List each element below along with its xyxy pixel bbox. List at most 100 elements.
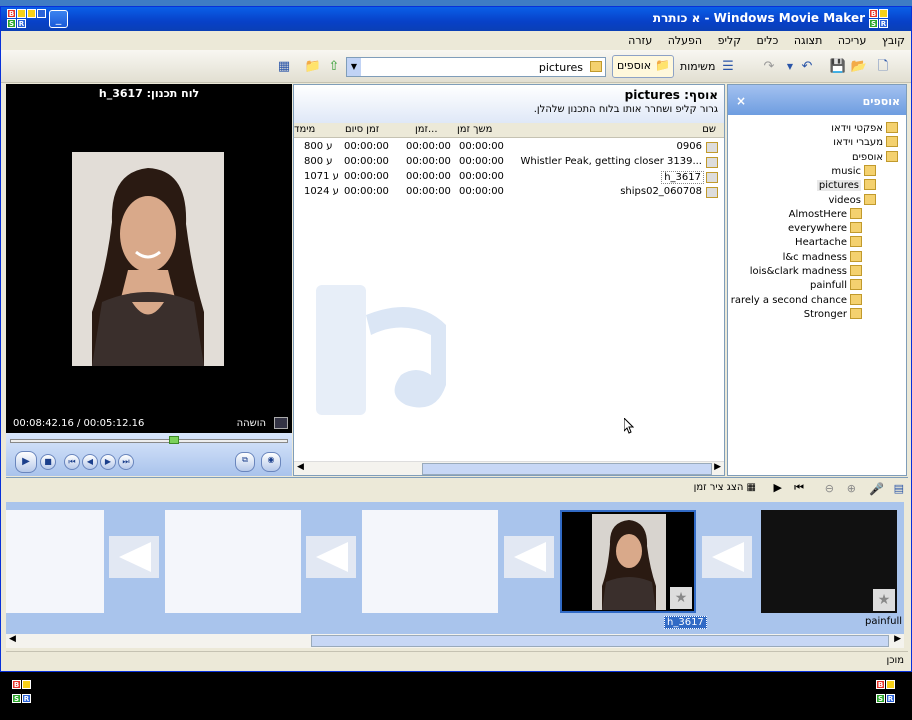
folder-icon bbox=[864, 193, 876, 205]
effect-star-icon[interactable]: ★ bbox=[670, 587, 692, 609]
collection-content-pane: אוסף: pictures גרור קליפ ושחרר אותו בלוח… bbox=[293, 84, 725, 476]
folder-icon bbox=[850, 293, 862, 305]
menu-play[interactable]: הפעלה bbox=[662, 31, 708, 47]
collection-path-select[interactable]: ▼ pictures bbox=[346, 57, 606, 77]
app-logo-icon[interactable]: B SR bbox=[7, 9, 29, 29]
transition-slot[interactable] bbox=[702, 536, 752, 578]
new-project-icon[interactable]: 🗋 bbox=[873, 57, 893, 77]
tree-item[interactable]: מעברי וידאו bbox=[833, 136, 898, 150]
collections-label: אוספים bbox=[617, 59, 652, 72]
title-bar: B SR _ Windows Movie Maker - א כותרת B S… bbox=[1, 7, 911, 31]
forward-icon[interactable]: ▶ bbox=[100, 454, 116, 470]
transition-slot[interactable] bbox=[306, 536, 356, 578]
menu-clip[interactable]: קליפ bbox=[712, 31, 747, 47]
snapshot-icon[interactable]: ◉ bbox=[261, 452, 281, 472]
menu-tools[interactable]: כלים bbox=[751, 31, 785, 47]
tree-item[interactable]: painfull bbox=[810, 279, 862, 293]
tree-item[interactable]: AlmostHere bbox=[789, 207, 862, 222]
image-icon bbox=[706, 157, 718, 168]
storyboard-empty-slot[interactable] bbox=[165, 510, 301, 613]
tree-item[interactable]: אפקטי וידאו bbox=[831, 122, 898, 136]
table-row[interactable]: Whistler Peak, getting closer 3139... 00… bbox=[294, 155, 724, 170]
fullscreen-icon[interactable] bbox=[274, 417, 288, 429]
tree-item[interactable]: Stronger bbox=[804, 307, 862, 322]
next-frame-icon[interactable]: ⏭ bbox=[118, 454, 134, 470]
narrate-icon[interactable]: 🎤 bbox=[869, 482, 884, 496]
scroll-left-icon[interactable]: ◀ bbox=[9, 634, 16, 644]
seek-track[interactable] bbox=[10, 439, 288, 443]
folder-icon bbox=[850, 250, 862, 262]
storyboard-clip-painfull[interactable]: ★ bbox=[761, 510, 897, 613]
menu-file[interactable]: קובץ bbox=[876, 31, 911, 47]
storyboard-view-icon[interactable]: ▤ bbox=[894, 482, 904, 495]
scroll-left-icon[interactable]: ◀ bbox=[297, 462, 304, 472]
column-dimensions[interactable]: מימד bbox=[294, 124, 315, 135]
undo-dropdown-icon[interactable]: ▼ bbox=[780, 57, 800, 77]
tasks-icon[interactable]: ☰ bbox=[718, 57, 738, 77]
column-headers: שם משך זמן זמן... זמן סיום מימד bbox=[294, 123, 724, 138]
menu-edit[interactable]: עריכה bbox=[832, 31, 873, 47]
folder-icon bbox=[850, 265, 862, 276]
rewind-storyboard-icon[interactable]: ⏮ bbox=[794, 481, 804, 495]
zoom-in-icon[interactable]: ⊕ bbox=[847, 482, 856, 495]
up-folder-icon[interactable]: ⇧ bbox=[324, 57, 344, 77]
table-row[interactable]: ships02_060708 00:00:00 00:00:00 00:00:0… bbox=[294, 185, 724, 200]
storyboard-empty-slot[interactable] bbox=[6, 510, 104, 613]
column-name[interactable]: שם bbox=[702, 124, 716, 135]
folder-icon bbox=[864, 179, 876, 191]
tree-item[interactable]: lois&clark madness bbox=[750, 265, 862, 279]
rewind-icon[interactable]: ◀ bbox=[82, 454, 98, 470]
save-icon[interactable]: 💾 bbox=[828, 57, 848, 77]
tree-item[interactable]: l&c madness bbox=[783, 250, 862, 265]
tree-item[interactable]: rarely a second chance bbox=[731, 293, 862, 308]
scroll-right-icon[interactable]: ▶ bbox=[894, 634, 901, 644]
folder-icon bbox=[850, 279, 862, 291]
play-icon[interactable]: ▶ bbox=[15, 451, 37, 473]
taskbar-logo-icon[interactable]: B SR bbox=[12, 680, 34, 703]
tree-item[interactable]: everywhere bbox=[788, 222, 862, 236]
transition-slot[interactable] bbox=[109, 536, 159, 578]
content-subtitle: גרור קליפ ושחרר אותו בלוח התכנון שלהלן. bbox=[533, 104, 718, 115]
scroll-thumb[interactable] bbox=[422, 463, 712, 475]
scroll-right-icon[interactable]: ▶ bbox=[714, 462, 721, 472]
tree-item[interactable]: אוספים bbox=[852, 150, 898, 165]
menu-help[interactable]: עזרה bbox=[622, 31, 658, 47]
show-timeline-button[interactable]: הצג ציר זמן ▦ bbox=[694, 482, 756, 493]
transition-slot[interactable] bbox=[504, 536, 554, 578]
collections-button[interactable]: אוספים 📁 bbox=[612, 55, 674, 78]
tree-item[interactable]: music bbox=[831, 164, 876, 179]
redo-icon[interactable]: ↷ bbox=[759, 57, 779, 77]
undo-icon[interactable]: ↶ bbox=[797, 57, 817, 77]
split-clip-icon[interactable]: ⧉ bbox=[235, 452, 255, 472]
scroll-thumb[interactable] bbox=[311, 635, 889, 647]
collections-tree-title: אוספים bbox=[862, 95, 900, 108]
column-end[interactable]: זמן סיום bbox=[345, 124, 379, 135]
tree-item[interactable]: videos bbox=[828, 193, 876, 208]
storyboard-scrollbar[interactable]: ◀ ▶ bbox=[6, 634, 904, 648]
menu-view[interactable]: תצוגה bbox=[788, 31, 828, 47]
table-row[interactable]: 0906 00:00:00 00:00:00 00:00:00 800 ע bbox=[294, 140, 724, 155]
clip-label: painfull bbox=[865, 616, 903, 627]
tree-item[interactable]: pictures bbox=[816, 179, 876, 193]
tasks-button[interactable]: משימות bbox=[680, 57, 715, 77]
minimize-button[interactable]: _ bbox=[49, 10, 68, 28]
zoom-out-icon[interactable]: ⊖ bbox=[825, 482, 834, 495]
seek-thumb[interactable] bbox=[169, 436, 179, 444]
content-horizontal-scrollbar[interactable]: ◀ ▶ bbox=[294, 461, 724, 475]
play-storyboard-icon[interactable]: ▶ bbox=[774, 481, 782, 494]
tree-item[interactable]: Heartache bbox=[795, 236, 862, 250]
close-icon[interactable]: × bbox=[736, 94, 746, 108]
storyboard-clip-selected[interactable]: ★ bbox=[560, 510, 696, 613]
taskbar: B SR B SR bbox=[0, 672, 912, 720]
stop-icon[interactable]: ■ bbox=[40, 454, 56, 470]
view-options-icon[interactable]: ▦ bbox=[274, 57, 294, 77]
previous-frame-icon[interactable]: ⏮ bbox=[64, 454, 80, 470]
open-project-icon[interactable]: 📂 bbox=[849, 57, 869, 77]
new-folder-icon[interactable]: 📁 bbox=[303, 57, 323, 77]
chevron-down-icon[interactable]: ▼ bbox=[347, 58, 361, 76]
table-row-selected[interactable]: h_3617 00:00:00 00:00:00 00:00:00 1071 ע bbox=[294, 170, 724, 185]
effect-star-icon[interactable]: ★ bbox=[873, 589, 895, 611]
column-start[interactable]: זמן... bbox=[415, 124, 438, 135]
column-duration[interactable]: משך זמן bbox=[457, 124, 492, 135]
storyboard-empty-slot[interactable] bbox=[362, 510, 498, 613]
